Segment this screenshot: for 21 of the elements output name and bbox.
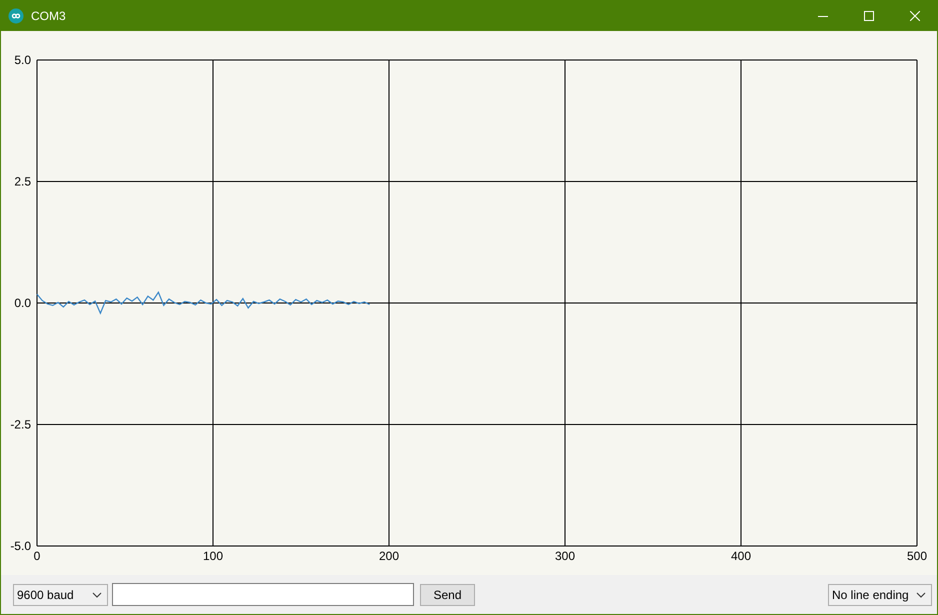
maximize-icon [864,10,874,20]
x-tick-label: 400 [730,549,752,563]
caret-icon [916,592,926,598]
y-tick-label: 5.0 [14,53,31,67]
y-tick-label: 2.5 [14,174,31,188]
x-tick-label: 500 [906,549,928,563]
y-tick-label: -5.0 [10,539,31,553]
x-tick-label: 300 [554,549,576,563]
send-button[interactable]: Send [420,584,475,606]
line-ending-dropdown[interactable]: No line ending [828,584,932,606]
window-title: COM3 [31,8,66,22]
baud-rate-dropdown[interactable]: 9600 baud [13,584,108,606]
y-tick-label: -2.5 [10,418,31,432]
y-tick-label: 0.0 [14,296,31,310]
close-icon [910,10,920,20]
caret-icon [92,592,102,598]
x-tick-label: 200 [378,549,400,563]
x-tick-label: 100 [202,549,224,563]
message-input-field[interactable] [112,583,414,606]
x-tick-label: 0 [34,549,40,563]
app-logo-icon [8,8,24,24]
